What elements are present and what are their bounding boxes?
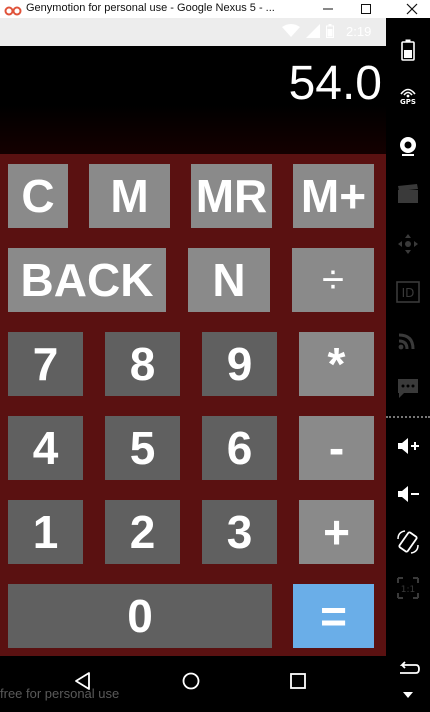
- digit-0-button[interactable]: 0: [8, 584, 272, 648]
- window-title: Genymotion for personal use - Google Nex…: [26, 2, 275, 14]
- digit-7-button[interactable]: 7: [8, 332, 83, 396]
- digit-3-button[interactable]: 3: [202, 500, 277, 564]
- close-icon[interactable]: [400, 0, 424, 18]
- id-tool-icon[interactable]: ID: [394, 278, 422, 306]
- volume-down-icon[interactable]: [394, 480, 422, 508]
- keypad: C M MR M+ BACK N ÷ 7 8 9 * 4 5 6 - 1 2 3…: [0, 154, 386, 656]
- digit-5-button[interactable]: 5: [105, 416, 180, 480]
- subtract-button[interactable]: -: [299, 416, 374, 480]
- clear-button[interactable]: C: [8, 164, 68, 228]
- equals-button[interactable]: =: [293, 584, 374, 648]
- volume-up-icon[interactable]: [394, 432, 422, 460]
- battery-tool-icon[interactable]: [394, 36, 422, 64]
- memory-add-button[interactable]: M+: [293, 164, 374, 228]
- toolbar-expand-icon[interactable]: [394, 688, 422, 702]
- signal-icon: [306, 23, 320, 42]
- display-value: 54.0: [288, 57, 382, 110]
- digit-2-button[interactable]: 2: [105, 500, 180, 564]
- id-label: ID: [402, 286, 415, 300]
- genymotion-toolbar: GPS ID 1:1: [386, 18, 430, 712]
- digit-9-button[interactable]: 9: [202, 332, 277, 396]
- memory-recall-button[interactable]: MR: [191, 164, 272, 228]
- maximize-icon[interactable]: [354, 0, 378, 18]
- digit-1-button[interactable]: 1: [8, 500, 83, 564]
- genymotion-logo-icon: [4, 2, 22, 16]
- android-nav-bar: [0, 656, 386, 712]
- digit-6-button[interactable]: 6: [202, 416, 277, 480]
- multiply-button[interactable]: *: [299, 332, 374, 396]
- memory-button[interactable]: M: [89, 164, 170, 228]
- battery-icon: [326, 23, 334, 42]
- add-button[interactable]: +: [299, 500, 374, 564]
- recents-nav-icon[interactable]: [283, 666, 313, 696]
- minimize-icon[interactable]: [316, 0, 340, 18]
- digit-4-button[interactable]: 4: [8, 416, 83, 480]
- back-tool-icon[interactable]: [394, 656, 422, 684]
- status-time: 2:19: [346, 24, 372, 39]
- android-status-bar: 2:19: [0, 18, 386, 46]
- window-titlebar: Genymotion for personal use - Google Nex…: [0, 0, 430, 18]
- divide-button[interactable]: ÷: [292, 248, 374, 312]
- pixel-perfect-label: 1:1: [401, 585, 415, 595]
- rss-tool-icon[interactable]: [394, 326, 422, 354]
- wifi-icon: [282, 23, 300, 42]
- negate-button[interactable]: N: [188, 248, 270, 312]
- dpad-tool-icon[interactable]: [394, 230, 422, 258]
- digit-8-button[interactable]: 8: [105, 332, 180, 396]
- screencast-tool-icon[interactable]: [394, 180, 422, 208]
- webcam-tool-icon[interactable]: [394, 132, 422, 160]
- back-button[interactable]: BACK: [8, 248, 166, 312]
- home-nav-icon[interactable]: [176, 666, 206, 696]
- watermark-text: free for personal use: [0, 686, 120, 701]
- pixel-perfect-icon[interactable]: 1:1: [394, 574, 422, 602]
- gps-tool-icon[interactable]: GPS: [394, 82, 422, 110]
- sms-tool-icon[interactable]: [394, 374, 422, 402]
- gps-label: GPS: [400, 98, 416, 106]
- rotate-icon[interactable]: [394, 528, 422, 556]
- calculator-display: 54.0: [0, 46, 386, 154]
- toolbar-divider: [386, 416, 430, 418]
